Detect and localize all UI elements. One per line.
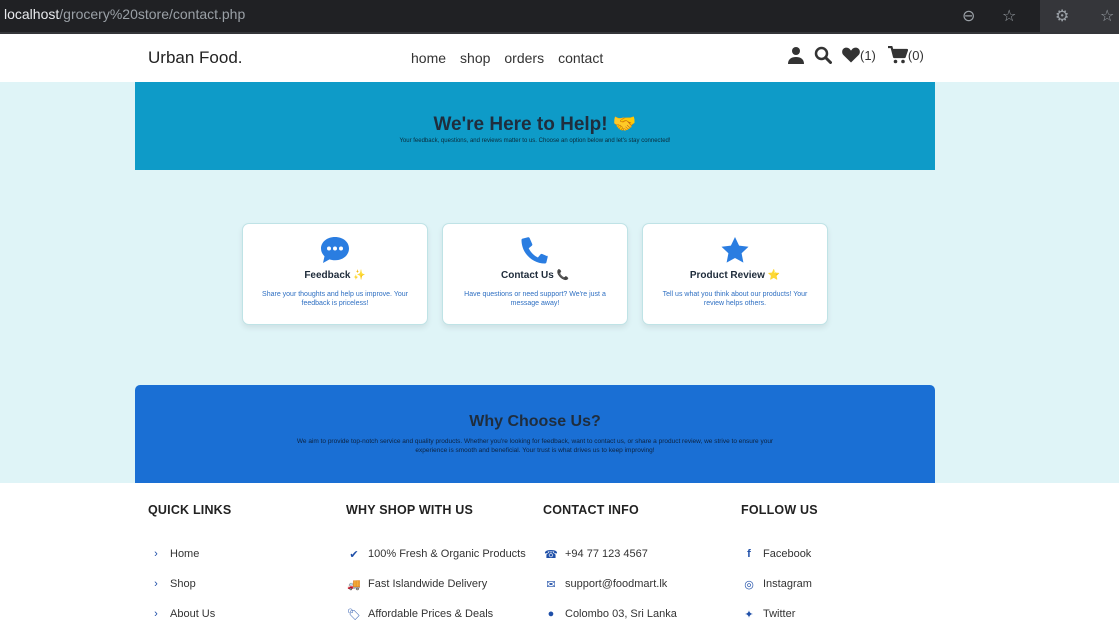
- product-review-card[interactable]: Product Review ⭐ Tell us what you think …: [642, 223, 828, 325]
- footer-heading: WHY SHOP WITH US: [346, 503, 474, 517]
- extensions-icon[interactable]: ⚙: [1055, 6, 1069, 26]
- why-text: We aim to provide top-notch service and …: [296, 438, 774, 454]
- footer-quick-links: QUICK LINKS › Home › Shop › About Us: [148, 503, 231, 629]
- contact-phone[interactable]: ☎ +94 77 123 4567: [543, 539, 677, 569]
- url-text[interactable]: localhost/grocery%20store/contact.php: [4, 6, 245, 22]
- zoom-icon[interactable]: ⊖: [962, 6, 975, 26]
- phone-icon: ☎: [544, 548, 558, 561]
- why-title: Why Choose Us?: [469, 413, 601, 430]
- contact-card-text: Have questions or need support? We're ju…: [464, 291, 606, 307]
- wishlist-count: (1): [860, 47, 876, 63]
- brand-logo[interactable]: Urban Food.: [148, 48, 243, 68]
- cart-count: (0): [907, 47, 924, 63]
- social-instagram[interactable]: ◎ Instagram: [741, 569, 818, 599]
- feedback-card-title: Feedback ✨: [304, 270, 366, 281]
- feedback-card-text: Share your thoughts and help us improve.…: [262, 291, 408, 307]
- social-twitter[interactable]: ✦ Twitter: [741, 599, 818, 629]
- truck-icon: 🚚: [347, 578, 361, 591]
- footer-heading: CONTACT INFO: [543, 503, 639, 517]
- product-review-card-title: Product Review ⭐: [689, 270, 781, 281]
- cart-button[interactable]: (0): [887, 46, 924, 64]
- list-item: 🏷 Affordable Prices & Deals: [347, 608, 494, 621]
- footer-heading: QUICK LINKS: [148, 503, 232, 517]
- hero-banner: We're Here to Help! 🤝 Your feedback, que…: [135, 82, 935, 170]
- feedback-card[interactable]: Feedback ✨ Share your thoughts and help …: [242, 223, 428, 325]
- nav-home[interactable]: home: [411, 50, 446, 66]
- footer-link-home[interactable]: › Home: [148, 539, 231, 569]
- nav-contact[interactable]: contact: [558, 50, 603, 66]
- favorites-icon[interactable]: ☆: [1100, 6, 1114, 26]
- phone-icon: [443, 236, 627, 266]
- chevron-right-icon: ›: [154, 548, 158, 560]
- footer-link-shop[interactable]: › Shop: [148, 569, 231, 599]
- footer-follow-us: FOLLOW US f Facebook ◎ Instagram ✦ Twitter: [741, 503, 818, 629]
- hero-subtitle: Your feedback, questions, and reviews ma…: [399, 138, 671, 144]
- contact-address: ● Colombo 03, Sri Lanka: [543, 599, 677, 629]
- contact-card-title: Contact Us 📞: [500, 270, 569, 281]
- social-facebook[interactable]: f Facebook: [741, 539, 818, 569]
- nav-orders[interactable]: orders: [504, 50, 544, 66]
- footer-heading: FOLLOW US: [741, 503, 818, 517]
- contact-email[interactable]: ✉ support@foodmart.lk: [543, 569, 677, 599]
- chevron-right-icon: ›: [154, 578, 158, 590]
- why-choose-us-section: Why Choose Us? We aim to provide top-not…: [135, 385, 935, 483]
- chat-bubble-icon: [243, 236, 427, 266]
- tags-icon: 🏷: [347, 608, 361, 621]
- site-footer: QUICK LINKS › Home › Shop › About Us WHY SH…: [0, 483, 1119, 621]
- heart-icon: [842, 47, 860, 63]
- facebook-icon: f: [747, 548, 751, 560]
- hero-title: We're Here to Help! 🤝: [433, 114, 637, 135]
- contact-card[interactable]: Contact Us 📞 Have questions or need supp…: [442, 223, 628, 325]
- star-icon: [643, 236, 827, 266]
- bookmark-star-icon[interactable]: ☆: [1002, 6, 1016, 26]
- search-icon[interactable]: [814, 46, 832, 64]
- nav-icons: (1) (0): [788, 46, 924, 64]
- location-pin-icon: ●: [547, 608, 555, 620]
- footer-contact-info: CONTACT INFO ☎ +94 77 123 4567 ✉ support@f…: [543, 503, 677, 629]
- twitter-icon: ✦: [744, 608, 754, 621]
- user-icon[interactable]: [788, 46, 804, 64]
- list-item: ✔ 100% Fresh & Organic Products: [346, 539, 525, 569]
- wishlist-button[interactable]: (1): [842, 47, 876, 63]
- check-circle-icon: ✔: [349, 548, 359, 561]
- nav-shop[interactable]: shop: [460, 50, 490, 66]
- address-bar[interactable]: localhost/grocery%20store/contact.php ⊖ …: [0, 0, 1040, 32]
- footer-link-about[interactable]: › About Us: [148, 599, 231, 629]
- envelope-icon: ✉: [546, 578, 556, 591]
- instagram-icon: ◎: [744, 578, 754, 591]
- browser-chrome: localhost/grocery%20store/contact.php ⊖ …: [0, 0, 1119, 34]
- nav-links: home shop orders contact: [411, 50, 603, 66]
- list-item: 🚚 Fast Islandwide Delivery: [347, 578, 488, 591]
- footer-why-shop: WHY SHOP WITH US ✔ 100% Fresh & Organic P…: [346, 503, 526, 629]
- site-navbar: Urban Food. home shop orders contact (1)…: [0, 34, 1119, 82]
- cart-icon: [887, 46, 908, 64]
- product-review-card-text: Tell us what you think about our product…: [662, 291, 808, 307]
- chevron-right-icon: ›: [154, 608, 158, 620]
